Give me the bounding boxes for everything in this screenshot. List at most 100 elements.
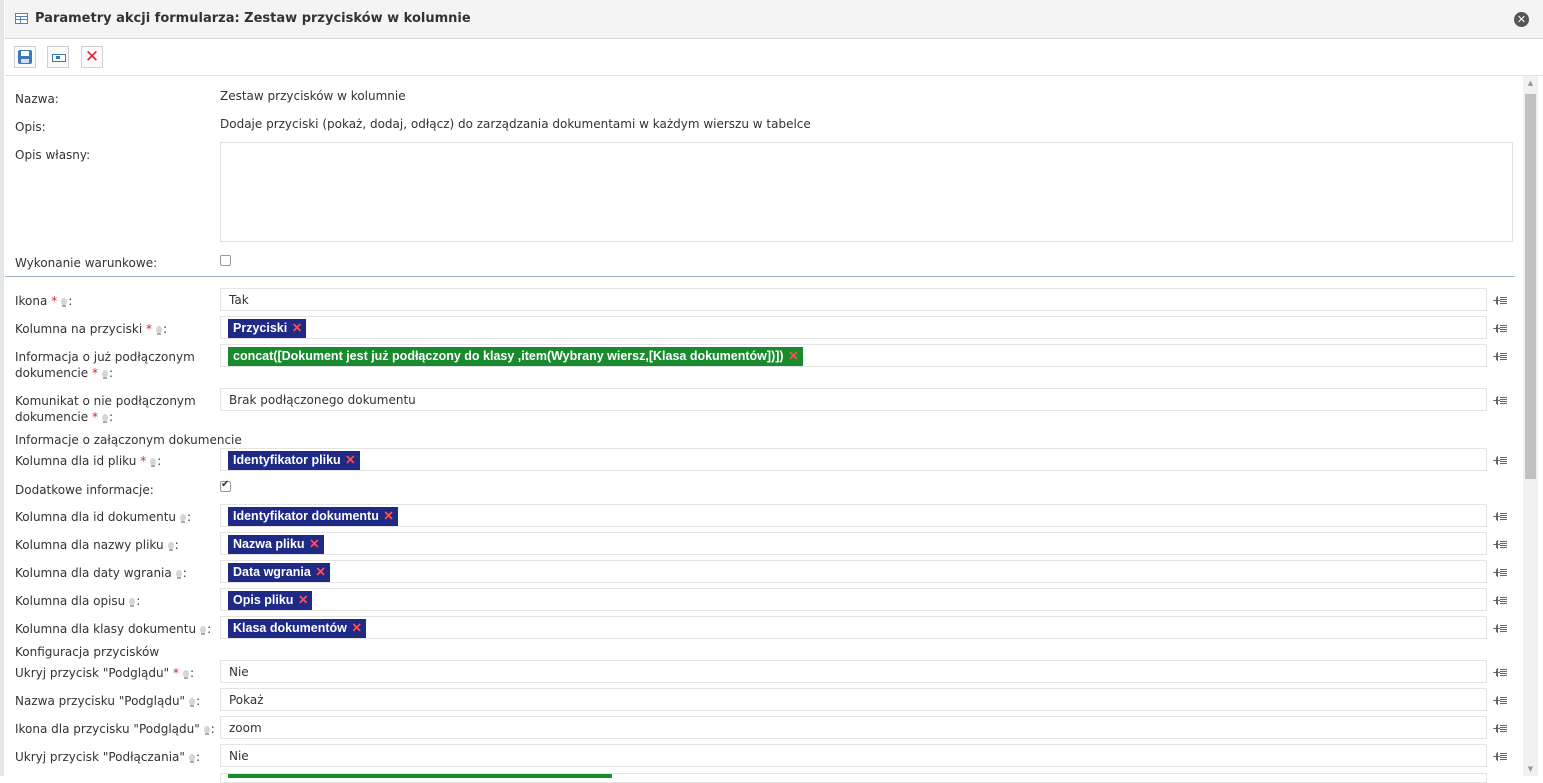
kolumna-przyciski-field[interactable]: Przyciski ✕	[220, 316, 1487, 339]
kolumna-klasy-label: Kolumna dla klasy dokumentu:	[15, 622, 212, 636]
dialog-titlebar: Parametry akcji formularza: Zestaw przyc…	[5, 0, 1543, 39]
ikona-field[interactable]: Tak	[220, 288, 1487, 311]
rename-icon	[52, 54, 66, 62]
dialog-title: Parametry akcji formularza: Zestaw przyc…	[35, 11, 471, 26]
column-picker-icon[interactable]: +	[1492, 294, 1508, 308]
hint-icon	[203, 726, 210, 735]
kolumna-przyciski-label: Kolumna na przyciski *:	[15, 322, 168, 336]
kolumna-id-dok-field[interactable]: Identyfikator dokumentu ✕	[220, 504, 1487, 527]
hint-icon	[101, 370, 108, 379]
expression-tag: concat([Dokument jest już podłączony do …	[228, 347, 803, 366]
kolumna-daty-label: Kolumna dla daty wgrania:	[15, 566, 187, 580]
table-icon	[15, 13, 28, 24]
remove-tag-icon[interactable]: ✕	[309, 535, 319, 554]
remove-tag-icon[interactable]: ✕	[345, 451, 355, 470]
background-strip	[0, 0, 4, 776]
remove-tag-icon[interactable]: ✕	[383, 507, 393, 526]
nazwa-podgladu-label: Nazwa przycisku "Podglądu":	[15, 694, 201, 708]
hint-icon	[150, 458, 157, 467]
kolumna-id-pliku-field[interactable]: Identyfikator pliku ✕	[220, 448, 1487, 471]
value-tag: Data wgrania ✕	[228, 563, 330, 582]
column-picker-icon[interactable]: +	[1492, 594, 1508, 608]
dodatkowe-label: Dodatkowe informacje:	[15, 483, 154, 497]
komunikat-field[interactable]: Brak podłączonego dokumentu	[220, 388, 1487, 411]
dodatkowe-checkbox[interactable]	[220, 479, 231, 492]
column-picker-icon[interactable]: +	[1492, 722, 1508, 736]
column-picker-icon[interactable]: +	[1492, 350, 1508, 364]
remove-tag-icon[interactable]: ✕	[298, 591, 308, 610]
column-picker-icon[interactable]: +	[1492, 322, 1508, 336]
value-tag: Opis pliku ✕	[228, 591, 313, 610]
hint-icon	[101, 414, 108, 423]
hint-icon	[180, 514, 187, 523]
column-picker-icon[interactable]: +	[1492, 694, 1508, 708]
ukryj-podlaczania-label: Ukryj przycisk "Podłączania":	[15, 750, 200, 764]
save-icon	[18, 50, 32, 64]
conditional-execution-label: Wykonanie warunkowe:	[15, 256, 158, 270]
kolumna-klasy-field[interactable]: Klasa dokumentów ✕	[220, 616, 1487, 639]
value-tag: Nazwa pliku ✕	[228, 535, 324, 554]
kolumna-nazwy-field[interactable]: Nazwa pliku ✕	[220, 532, 1487, 555]
ukryj-podlaczania-field[interactable]: Nie	[220, 744, 1487, 767]
kolumna-id-pliku-label: Kolumna dla id pliku *:	[15, 454, 162, 468]
hint-icon	[189, 698, 196, 707]
own-description-textarea[interactable]	[220, 142, 1513, 242]
scroll-down-icon[interactable]: ▼	[1523, 763, 1538, 775]
section-heading-attached: Informacje o załączonym dokumencie	[15, 433, 242, 447]
komunikat-label: Komunikat o nie podłączonym dokumencie *:	[15, 394, 196, 424]
hint-icon	[167, 542, 174, 551]
section-heading-buttons: Konfiguracja przycisków	[15, 645, 160, 659]
remove-tag-icon[interactable]: ✕	[315, 563, 325, 582]
scrollbar-thumb[interactable]	[1525, 94, 1536, 479]
column-picker-icon[interactable]: +	[1492, 666, 1508, 680]
ikona-podgladu-label: Ikona dla przycisku "Podglądu":	[15, 722, 215, 736]
column-picker-icon[interactable]: +	[1492, 454, 1508, 468]
ukryj-podgladu-label: Ukryj przycisk "Podglądu" *:	[15, 666, 195, 680]
column-picker-icon[interactable]: +	[1492, 538, 1508, 552]
name-value: Zestaw przycisków w kolumnie	[220, 89, 406, 103]
scroll-up-icon[interactable]: ▲	[1523, 77, 1538, 89]
hint-icon	[188, 754, 195, 763]
ukryj-podgladu-field[interactable]: Nie	[220, 660, 1487, 683]
section-divider	[5, 276, 1515, 277]
value-tag: Klasa dokumentów ✕	[228, 619, 366, 638]
next-field-partial[interactable]	[220, 773, 1487, 783]
kolumna-nazwy-label: Kolumna dla nazwy pliku:	[15, 538, 179, 552]
description-label: Opis:	[15, 120, 46, 134]
delete-button[interactable]: ✕	[81, 46, 103, 68]
value-tag: Przyciski ✕	[228, 319, 307, 338]
kolumna-id-dok-label: Kolumna dla id dokumentu:	[15, 510, 192, 524]
hint-icon	[200, 626, 207, 635]
ikona-label: Ikona *:	[15, 294, 73, 308]
delete-icon: ✕	[84, 47, 100, 67]
toolbar: ✕	[5, 40, 1543, 76]
conditional-execution-checkbox[interactable]	[220, 255, 231, 266]
value-tag: Identyfikator dokumentu ✕	[228, 507, 398, 526]
column-picker-icon[interactable]: +	[1492, 622, 1508, 636]
info-podlaczony-field[interactable]: concat([Dokument jest już podłączony do …	[220, 344, 1487, 367]
hint-icon	[61, 298, 68, 307]
hint-icon	[175, 570, 182, 579]
ikona-podgladu-field[interactable]: zoom	[220, 716, 1487, 739]
rename-button[interactable]	[47, 46, 69, 68]
column-picker-icon[interactable]: +	[1492, 566, 1508, 580]
own-description-label: Opis własny:	[15, 148, 91, 162]
nazwa-podgladu-field[interactable]: Pokaż	[220, 688, 1487, 711]
value-tag: Identyfikator pliku ✕	[228, 451, 360, 470]
column-picker-icon[interactable]: +	[1492, 394, 1508, 408]
description-value: Dodaje przyciski (pokaż, dodaj, odłącz) …	[220, 117, 811, 131]
hint-icon	[182, 670, 189, 679]
name-label: Nazwa:	[15, 92, 59, 106]
column-picker-icon[interactable]: +	[1492, 510, 1508, 524]
kolumna-daty-field[interactable]: Data wgrania ✕	[220, 560, 1487, 583]
column-picker-icon[interactable]: +	[1492, 750, 1508, 764]
remove-tag-icon[interactable]: ✕	[788, 347, 798, 366]
close-icon[interactable]: ✕	[1514, 12, 1529, 27]
remove-tag-icon[interactable]: ✕	[351, 619, 361, 638]
remove-tag-icon[interactable]: ✕	[292, 319, 302, 338]
hint-icon	[156, 326, 163, 335]
kolumna-opisu-field[interactable]: Opis pliku ✕	[220, 588, 1487, 611]
kolumna-opisu-label: Kolumna dla opisu:	[15, 594, 141, 608]
save-button[interactable]	[14, 46, 36, 68]
info-podlaczony-label: Informacja o już podłączonym dokumencie *…	[15, 350, 195, 380]
